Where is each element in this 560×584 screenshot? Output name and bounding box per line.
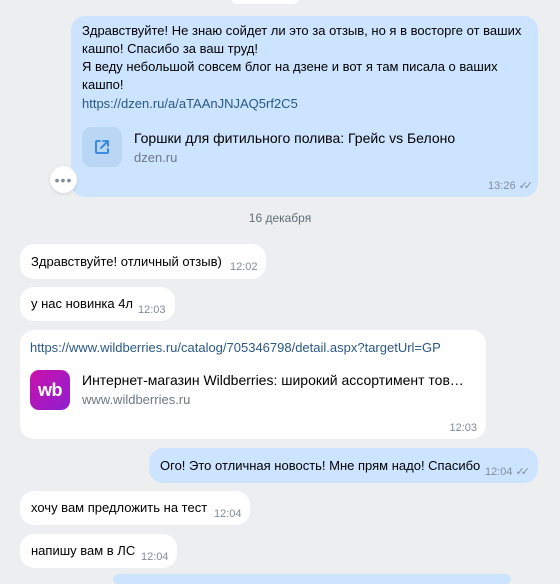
more-horizontal-icon[interactable]: ••• (50, 166, 77, 193)
link-preview-card[interactable]: wb Интернет-магазин Wildberries: широкий… (30, 370, 470, 410)
time-label: 12:04 (485, 466, 513, 478)
external-link-icon (82, 127, 122, 167)
message-time: 12:04 (141, 551, 169, 563)
message-time: 12:04 (214, 508, 242, 520)
wildberries-logo: wb (30, 370, 70, 410)
card-title: Горшки для фитильного полива: Грейс vs Б… (134, 130, 456, 146)
date-separator: 16 декабря (248, 211, 312, 225)
dzen-link[interactable]: https://dzen.ru/a/aTAAnJNJAQ5rf2C5 (82, 95, 298, 113)
time-label: 13:26 (488, 180, 516, 192)
incoming-message[interactable]: напишу вам в ЛС 12:04 (20, 534, 177, 568)
message-time: 13:26 ✓✓ (488, 179, 534, 192)
card-domain: www.wildberries.ru (82, 392, 191, 407)
card-domain: dzen.ru (134, 150, 178, 165)
message-text: у нас новинка 4л (31, 296, 134, 311)
message-time: 12:03 (449, 422, 477, 434)
previous-message-stub (231, 0, 299, 4)
wildberries-link[interactable]: https://www.wildberries.ru/catalog/70534… (30, 339, 441, 357)
incoming-message[interactable]: хочу вам предложить на тест 12:04 (20, 491, 250, 525)
message-time: 12:03 (138, 304, 166, 316)
message-text: напишу вам в ЛС (31, 543, 136, 558)
message-text: хочу вам предложить на тест (31, 500, 208, 515)
outgoing-message-review[interactable]: Здравствуйте! Не знаю сойдет ли это за о… (71, 16, 538, 197)
card-title: Интернет-магазин Wildberries: широкий ас… (82, 372, 470, 388)
incoming-link-message[interactable]: https://www.wildberries.ru/catalog/70534… (20, 330, 486, 439)
outgoing-message[interactable]: Ого! Это отличная новость! Мне прям надо… (149, 448, 538, 483)
next-message-stub (113, 574, 511, 584)
incoming-message[interactable]: Здравствуйте! отличный отзыв) 12:02 (20, 244, 266, 279)
message-text: Здравствуйте! отличный отзыв) (31, 254, 222, 269)
message-text: Здравствуйте! Не знаю сойдет ли это за о… (82, 23, 522, 92)
incoming-message[interactable]: у нас новинка 4л 12:03 (20, 287, 175, 321)
double-check-icon: ✓✓ (515, 466, 531, 478)
double-check-icon: ✓✓ (518, 180, 534, 192)
message-time: 12:02 (230, 261, 258, 273)
message-text: Ого! Это отличная новость! Мне прям надо… (160, 458, 481, 473)
link-preview-card[interactable]: Горшки для фитильного полива: Грейс vs Б… (82, 127, 455, 167)
message-time: 12:04 ✓✓ (485, 465, 531, 478)
